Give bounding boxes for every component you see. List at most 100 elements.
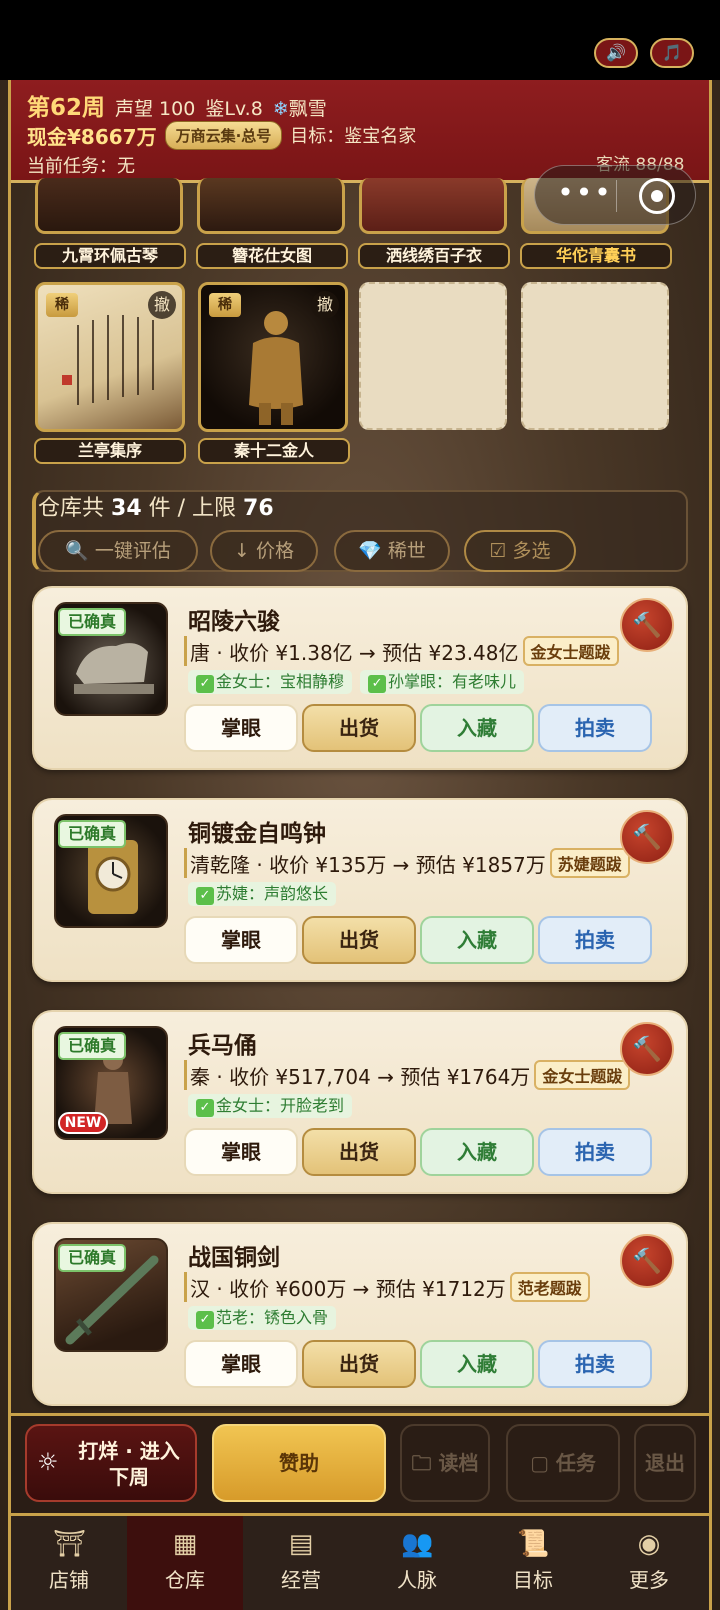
showcase-label: 簪花仕女图: [196, 243, 348, 269]
item-price-line: 唐 · 收价 ¥1.38亿 → 预估 ¥23.48亿 金女士题跋: [184, 636, 619, 666]
empty-showcase-slot[interactable]: [359, 282, 507, 430]
task-button[interactable]: ▢ 任务: [506, 1424, 620, 1502]
sell-button[interactable]: 出货: [302, 1340, 416, 1388]
close-capsule-icon[interactable]: [639, 178, 675, 214]
header-stats: 第62周 声望 100 鉴Lv.8 ❄飘雪: [27, 88, 327, 121]
item-card: 已确真 NEW 兵马俑 秦 · 收价 ¥517,704 → 预估 ¥1764万金…: [32, 1010, 688, 1194]
folder-icon: 🗀: [411, 1451, 439, 1475]
tab-more[interactable]: ◉ 更多: [591, 1516, 707, 1610]
sort-price-button[interactable]: ↓ 价格: [210, 530, 318, 572]
goal-label: 目标：鉴宝名家: [290, 126, 417, 147]
item-comments: ✓ 苏婕：声韵悠长: [188, 882, 337, 906]
tab-warehouse[interactable]: ▦ 仓库: [127, 1516, 243, 1610]
warehouse-icon: ▦: [172, 1529, 198, 1559]
rare-filter-button[interactable]: 💎 稀世: [334, 530, 450, 572]
speaker-icon: 🔊: [606, 43, 626, 62]
inscription-badge: 金女士题跋: [522, 636, 619, 666]
authenticated-badge: 已确真: [58, 1032, 127, 1060]
sound-toggle-button[interactable]: 🔊: [594, 38, 638, 68]
showcase-label: 九霄环佩古琴: [34, 243, 186, 269]
showcase-item-image[interactable]: [35, 178, 183, 234]
item-comments: ✓ 金女士：宝相静穆 ✓ 孙掌眼：有老味儿: [188, 670, 525, 694]
week-label: 第62周: [27, 95, 106, 121]
appraise-button[interactable]: 掌眼: [184, 1128, 298, 1176]
item-comments: ✓ 范老：锈色入骨: [188, 1306, 337, 1330]
sell-button[interactable]: 出货: [302, 1128, 416, 1176]
shop-icon: ⛩: [53, 1529, 87, 1559]
sell-button[interactable]: 出货: [302, 916, 416, 964]
authenticated-badge: 已确真: [58, 820, 127, 848]
expert-comment: ✓ 范老：锈色入骨: [188, 1306, 337, 1330]
scroll-icon: 📜: [517, 1529, 550, 1559]
item-title: 兵马俑: [188, 1033, 257, 1059]
exit-button[interactable]: 退出: [634, 1424, 696, 1502]
showcase-label: 秦十二金人: [198, 438, 350, 464]
music-note-icon: 🎵: [662, 43, 682, 62]
check-icon: ✓: [196, 887, 214, 905]
people-icon: 👥: [401, 1529, 434, 1559]
hammer-icon[interactable]: 🔨: [620, 598, 674, 652]
collect-button[interactable]: 入藏: [420, 704, 534, 752]
tab-goals[interactable]: 📜 目标: [475, 1516, 591, 1610]
sun-icon: ☼: [37, 1448, 59, 1476]
sell-button[interactable]: 出货: [302, 704, 416, 752]
shop-level-badge: 万商云集·总号: [164, 120, 283, 150]
expert-comment: ✓ 孙掌眼：有老味儿: [360, 670, 525, 694]
inscription-badge: 范老题跋: [509, 1272, 590, 1302]
collect-button[interactable]: 入藏: [420, 1128, 534, 1176]
auction-button[interactable]: 拍卖: [538, 1340, 652, 1388]
hammer-icon[interactable]: 🔨: [620, 1234, 674, 1288]
weather: ❄飘雪: [273, 94, 327, 121]
auction-button[interactable]: 拍卖: [538, 916, 652, 964]
appraise-all-button[interactable]: 🔍 一键评估: [38, 530, 198, 572]
collect-button[interactable]: 入藏: [420, 916, 534, 964]
abacus-icon: ▤: [288, 1529, 314, 1559]
tab-shop[interactable]: ⛩ 店铺: [11, 1516, 127, 1610]
new-badge: NEW: [58, 1112, 108, 1134]
auction-button[interactable]: 拍卖: [538, 704, 652, 752]
item-card: 已确真 战国铜剑 汉 · 收价 ¥600万 → 预估 ¥1712万 范老题跋 ✓ 范…: [32, 1222, 688, 1406]
item-limit: 76: [243, 496, 274, 521]
music-toggle-button[interactable]: 🎵: [650, 38, 694, 68]
snowflake-icon: ❄: [272, 98, 289, 120]
expert-comment: ✓ 苏婕：声韵悠长: [188, 882, 337, 906]
showcase-label-rare: 华佗青囊书: [520, 243, 672, 269]
showcase-label: 洒线绣百子衣: [358, 243, 510, 269]
rare-tag: 稀: [209, 293, 241, 317]
showcase-item-image[interactable]: [359, 178, 507, 234]
empty-showcase-slot[interactable]: [521, 282, 669, 430]
showcase-item-golden-statue[interactable]: 稀 撤: [198, 282, 348, 432]
item-title: 战国铜剑: [188, 1245, 280, 1271]
showcase-item-calligraphy[interactable]: 稀 撤: [35, 282, 185, 432]
header-cash-row: 现金¥8667万 万商云集·总号 目标：鉴宝名家: [27, 120, 416, 150]
sponsor-button[interactable]: 赞助: [212, 1424, 386, 1502]
collect-button[interactable]: 入藏: [420, 1340, 534, 1388]
end-week-label: 打烊 · 进入下周: [78, 1439, 180, 1489]
item-title: 铜镀金自鸣钟: [188, 821, 326, 847]
task-icon: ▢: [530, 1451, 556, 1475]
authenticated-badge: 已确真: [58, 608, 127, 636]
appraise-button[interactable]: 掌眼: [184, 916, 298, 964]
load-save-button[interactable]: 🗀 读档: [400, 1424, 490, 1502]
showcase-label: 兰亭集序: [34, 438, 186, 464]
warehouse-count: 仓库共 34 件 / 上限 76: [38, 496, 274, 521]
withdraw-button[interactable]: 撤: [311, 291, 339, 319]
hammer-icon[interactable]: 🔨: [620, 1022, 674, 1076]
withdraw-button[interactable]: 撤: [148, 291, 176, 319]
expert-comment: ✓ 金女士：开脸老到: [188, 1094, 353, 1118]
tab-contacts[interactable]: 👥 人脉: [359, 1516, 475, 1610]
appraise-button[interactable]: 掌眼: [184, 1340, 298, 1388]
cash-label: 现金¥8667万: [27, 124, 157, 149]
appraise-button[interactable]: 掌眼: [184, 704, 298, 752]
tab-business[interactable]: ▤ 经营: [243, 1516, 359, 1610]
more-dots-icon[interactable]: •••: [555, 178, 615, 208]
multi-select-button[interactable]: ☑ 多选: [464, 530, 576, 572]
auction-button[interactable]: 拍卖: [538, 1128, 652, 1176]
current-task-label: 当前任务：无: [27, 156, 135, 177]
hammer-icon[interactable]: 🔨: [620, 810, 674, 864]
check-icon: ✓: [196, 1099, 214, 1117]
check-icon: ✓: [196, 675, 214, 693]
item-comments: ✓ 金女士：开脸老到: [188, 1094, 353, 1118]
end-week-button[interactable]: ☼ 打烊 · 进入下周: [25, 1424, 197, 1502]
showcase-item-image[interactable]: [197, 178, 345, 234]
